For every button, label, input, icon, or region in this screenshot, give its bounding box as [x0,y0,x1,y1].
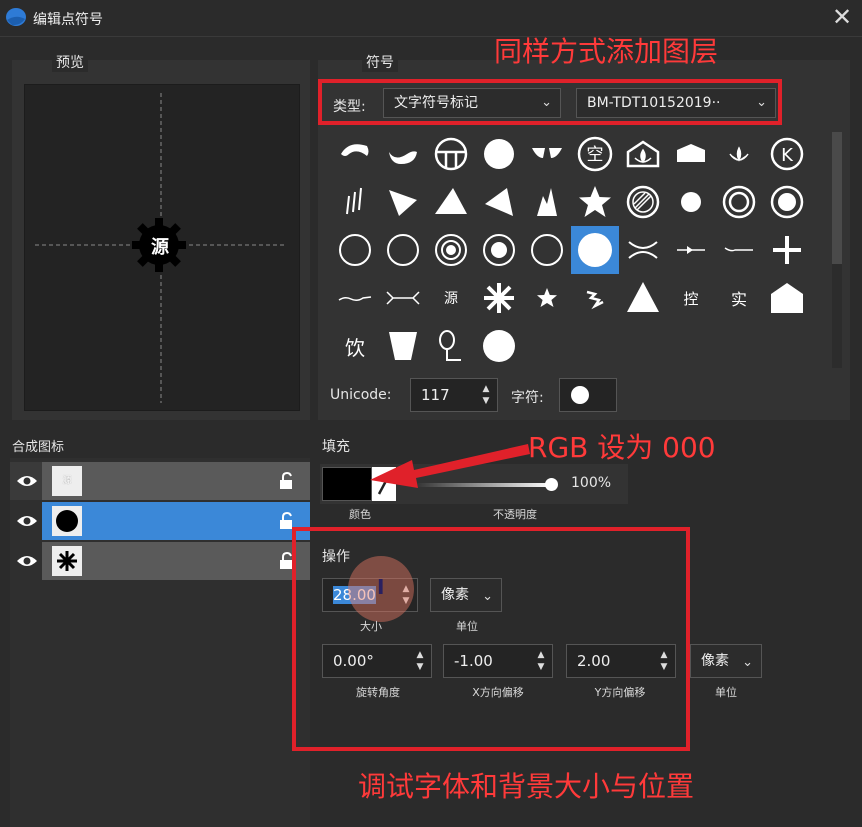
symbol-char-shi[interactable]: 实 [715,274,763,322]
fill-label: 填充 [322,439,350,455]
symbol-ring-dot-2-icon[interactable] [475,226,523,274]
layer-thumbnail [52,546,82,576]
layer-thumbnail [52,506,82,536]
symbol-wavy-line-icon[interactable] [331,274,379,322]
symbol-kong-circle-icon[interactable]: 空 [571,130,619,178]
symbol-triangle-up-icon[interactable] [427,178,475,226]
slider-handle[interactable] [545,478,558,491]
layer-row[interactable]: 源 [10,462,310,500]
stepper-arrows-icon[interactable]: ▲ ▼ [481,383,491,407]
symbol-ring-2-icon[interactable] [379,226,427,274]
asterisk-icon [57,551,77,571]
layer-body-selected [42,502,310,540]
unit2-caption: 单位 [715,686,737,699]
annotation-bottom-text: 调试字体和背景大小与位置 [358,770,695,803]
symbol-plus-icon[interactable] [763,226,811,274]
lock-open-icon[interactable] [278,472,294,490]
symbol-house-icon[interactable] [667,130,715,178]
grid-char-k: K [781,145,794,166]
annotation-box-operation [292,527,690,751]
symbol-big-triangle-icon[interactable] [619,274,667,322]
eye-icon[interactable] [16,513,38,529]
layer-thumb-char: 源 [62,476,72,486]
symbol-split-icon[interactable] [523,130,571,178]
symbol-peak-icon[interactable] [523,178,571,226]
symbol-char-yin[interactable]: 饮 [331,322,379,370]
symbol-bracket-line-icon[interactable] [379,274,427,322]
app-logo-icon [6,8,26,26]
annotation-top-text: 同样方式添加图层 [494,35,719,68]
layer-body [42,542,310,580]
unit2-select-value: 像素 [701,653,729,669]
char-preview-box [559,378,617,412]
chevron-down-icon: ⌄ [742,655,753,670]
unicode-input[interactable]: 117 ▲ ▼ [410,378,498,412]
annotation-rgb-text: RGB 设为 000 [528,431,716,464]
title-bar [0,0,862,37]
symbol-wave-icon[interactable] [379,130,427,178]
char-label: 字符: [511,390,544,406]
symbol-ring-dot-icon[interactable] [763,178,811,226]
color-caption: 颜色 [349,508,371,521]
symbol-bucket-icon[interactable] [379,322,427,370]
symbol-ring-icon[interactable] [331,226,379,274]
symbol-large-circle-selected-icon[interactable] [571,226,619,274]
symbol-double-ring-icon[interactable] [715,178,763,226]
symbol-triangle-left-icon[interactable] [475,178,523,226]
symbol-ring-3-icon[interactable] [523,226,571,274]
symbol-bridge-icon[interactable] [619,226,667,274]
layer-row[interactable] [10,502,310,540]
symbol-char-yuan[interactable]: 源 [427,274,475,322]
symbol-tree-icon[interactable] [427,322,475,370]
symbol-lotus-house-icon[interactable] [619,130,667,178]
opacity-value: 100% [571,475,612,491]
unit2-select[interactable]: 像素 ⌄ [690,644,762,678]
symbol-hatched-circle-icon[interactable] [619,178,667,226]
eye-icon[interactable] [16,553,38,569]
symbol-small-star-icon[interactable] [523,274,571,322]
eye-icon[interactable] [16,473,38,489]
grid-char-shi: 实 [730,290,747,309]
symbol-arrow-line-icon[interactable] [667,226,715,274]
symbol-lotus-icon[interactable] [715,130,763,178]
annotation-box-type [318,79,782,125]
scrollbar-thumb[interactable] [832,132,842,264]
layer-body [42,462,310,500]
symbol-lines-icon[interactable] [331,178,379,226]
unicode-value: 117 [421,386,450,404]
symbol-curve-line-icon[interactable] [715,226,763,274]
symbol-asterisk-icon[interactable] [475,274,523,322]
opacity-caption: 不透明度 [493,508,537,521]
symbol-circle-t-icon[interactable] [427,130,475,178]
annotation-arrow-icon [370,444,530,488]
filled-circle-icon [56,510,78,532]
grid-char-yin: 饮 [345,335,365,360]
layer-row[interactable] [10,542,310,580]
symbol-grid: 空 K 源 控 实 饮 [326,130,830,367]
symbol-filled-circle-icon[interactable] [475,130,523,178]
symbol-k-circle-icon[interactable]: K [763,130,811,178]
symbol-small-dot-icon[interactable] [667,178,715,226]
symbol-target-icon[interactable] [427,226,475,274]
symbol-char-kong[interactable]: 控 [667,274,715,322]
preview-canvas: 源 [24,84,300,411]
symbol-circle-end-icon[interactable] [475,322,523,370]
grid-char-kong: 空 [587,145,604,165]
symbol-star-icon[interactable] [571,178,619,226]
unicode-label: Unicode: [330,387,392,403]
symbol-crescent-icon[interactable] [331,130,379,178]
preview-symbol-char: 源 [151,237,169,258]
grid-char-kong2: 控 [683,289,699,308]
window-title: 编辑点符号 [33,12,103,28]
char-preview-circle-icon [571,386,589,404]
close-button[interactable]: ✕ [827,3,857,33]
preview-label: 预览 [52,52,88,72]
layer-thumbnail: 源 [52,466,82,496]
symbol-triangle-down-icon[interactable] [379,178,427,226]
symbol-bird-icon[interactable] [571,274,619,322]
layers-label: 合成图标 [12,440,65,455]
symbol-pentagon-house-icon[interactable] [763,274,811,322]
grid-char-yuan: 源 [444,291,458,307]
symbol-label: 符号 [362,52,398,72]
